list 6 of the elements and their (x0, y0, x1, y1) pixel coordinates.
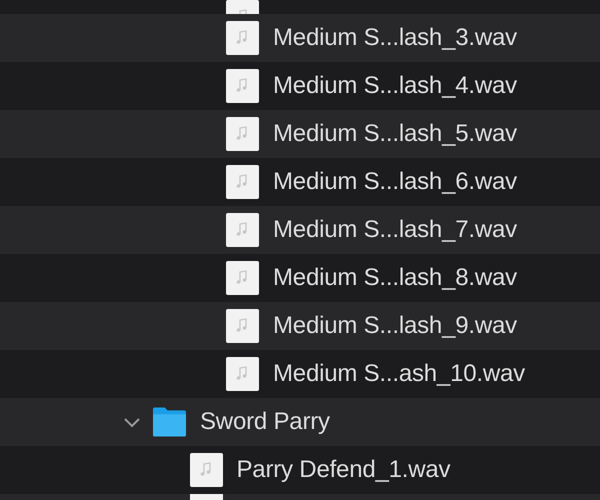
file-name[interactable]: Medium S...lash_6.wav (273, 168, 517, 196)
file-name[interactable]: Parry Defend_1.wav (236, 456, 450, 484)
file-name[interactable]: Medium S...lash_4.wav (273, 72, 517, 100)
file-name[interactable]: Medium S...lash_8.wav (273, 264, 517, 292)
file-name[interactable]: Medium S...ash_10.wav (273, 360, 525, 388)
folder-name[interactable]: Sword Parry (200, 408, 330, 436)
